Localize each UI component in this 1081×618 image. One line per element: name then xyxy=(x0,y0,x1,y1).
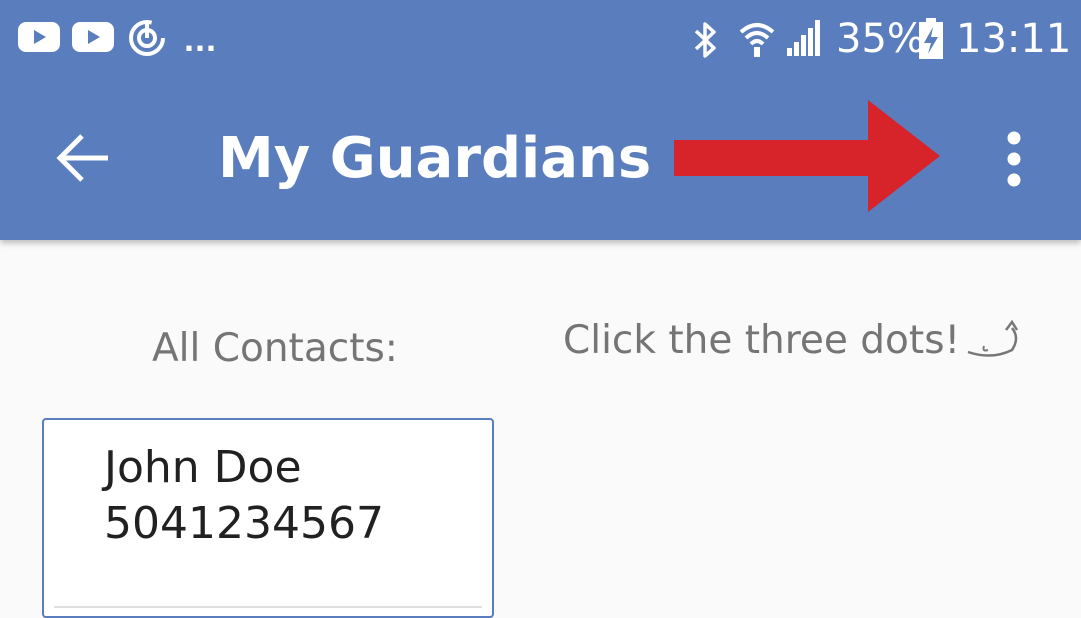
signal-icon xyxy=(787,20,820,56)
contact-phone: 5041234567 xyxy=(104,498,384,549)
contact-card[interactable]: John Doe 5041234567 xyxy=(42,418,494,618)
page-title: My Guardians xyxy=(218,126,652,191)
overflow-menu-button[interactable] xyxy=(994,130,1034,190)
status-bar: ... 35% 13:11 xyxy=(0,0,1081,80)
app-bar: ... 35% 13:11 My Guardians xyxy=(0,0,1081,240)
battery-charging-icon xyxy=(919,18,943,59)
section-label: All Contacts: xyxy=(152,326,398,371)
contact-name: John Doe xyxy=(104,442,302,493)
wifi-icon xyxy=(739,23,775,57)
annotation-arrow xyxy=(674,100,940,212)
more-vert-icon xyxy=(1007,131,1021,187)
notification-overflow: ... xyxy=(184,18,218,59)
divider xyxy=(54,606,482,608)
youtube-icon xyxy=(72,22,114,52)
battery-percent: 35% xyxy=(836,16,925,62)
youtube-icon xyxy=(18,22,60,52)
curled-arrow-icon xyxy=(967,319,1019,357)
back-button[interactable] xyxy=(50,128,116,194)
arrow-left-icon xyxy=(56,134,108,182)
bluetooth-icon xyxy=(694,22,716,58)
hint-text: Click the three dots! xyxy=(563,318,961,363)
clock: 13:11 xyxy=(956,16,1072,62)
sync-icon xyxy=(129,20,165,56)
